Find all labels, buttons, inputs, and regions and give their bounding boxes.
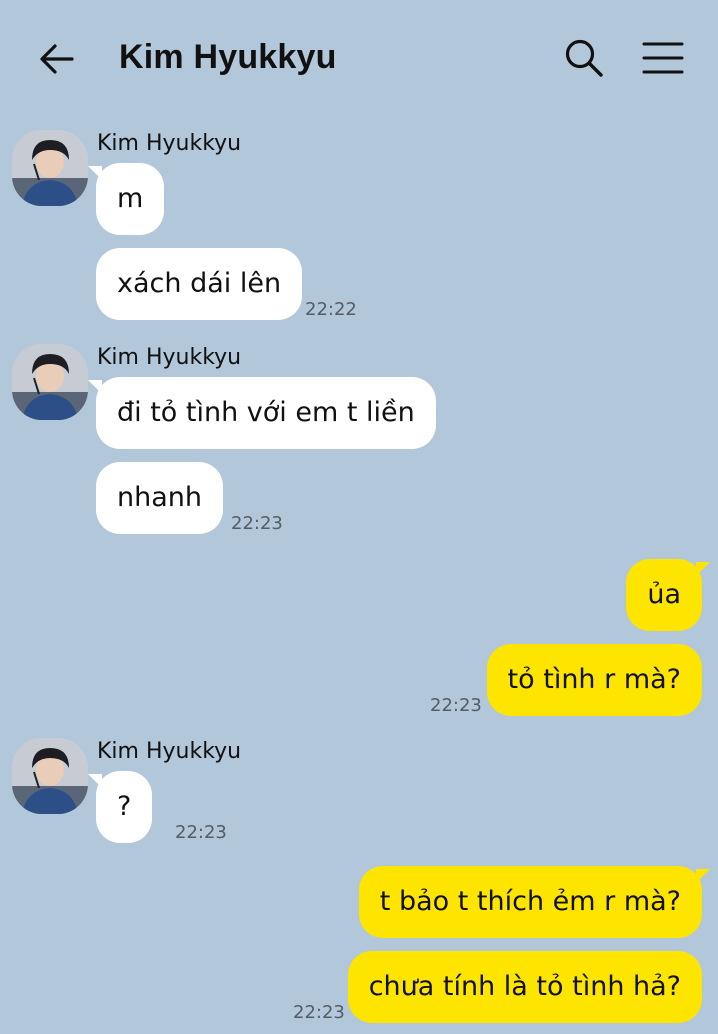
message-bubble[interactable]: đi tỏ tình với em t liền — [96, 377, 436, 449]
profile-photo-icon — [12, 344, 88, 420]
chat-title: Kim Hyukkyu — [119, 38, 337, 76]
message-bubble[interactable]: tỏ tình r mà? — [486, 644, 702, 716]
magnifier-icon — [565, 39, 603, 77]
hamburger-menu-icon — [642, 42, 684, 74]
search-button[interactable] — [562, 36, 606, 80]
message-time: 22:23 — [293, 1002, 345, 1023]
chat-header: Kim Hyukkyu — [0, 0, 718, 118]
message-bubble[interactable]: chưa tính là tỏ tình hả? — [347, 951, 702, 1023]
sender-name: Kim Hyukkyu — [97, 131, 242, 156]
sender-name: Kim Hyukkyu — [97, 739, 242, 764]
profile-photo-icon — [12, 130, 88, 206]
avatar[interactable] — [12, 130, 88, 206]
profile-photo-icon — [12, 738, 88, 814]
back-button[interactable] — [34, 36, 80, 82]
message-bubble[interactable]: nhanh — [96, 462, 223, 534]
sender-name: Kim Hyukkyu — [97, 345, 242, 370]
message-bubble[interactable]: ủa — [626, 559, 702, 631]
menu-button[interactable] — [640, 38, 686, 78]
arrow-left-icon — [40, 44, 74, 74]
message-time: 22:22 — [305, 299, 357, 320]
message-time: 22:23 — [430, 695, 482, 716]
message-time: 22:23 — [231, 513, 283, 534]
message-bubble[interactable]: xách dái lên — [96, 248, 303, 320]
message-bubble[interactable]: m — [96, 163, 165, 235]
message-bubble[interactable]: ? — [96, 771, 153, 843]
avatar[interactable] — [12, 738, 88, 814]
message-bubble[interactable]: t bảo t thích ẻm r mà? — [358, 866, 702, 938]
avatar[interactable] — [12, 344, 88, 420]
message-time: 22:23 — [175, 822, 227, 843]
